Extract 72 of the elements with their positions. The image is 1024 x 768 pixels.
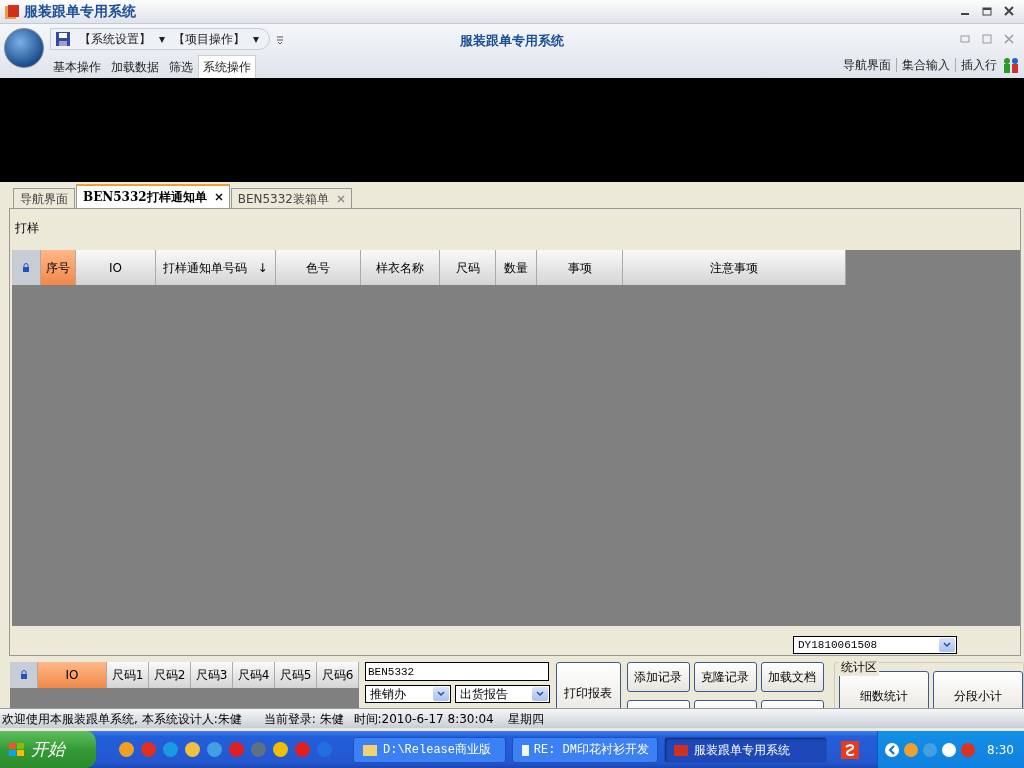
print-report-button[interactable]: 打印报表	[556, 662, 621, 708]
column-header[interactable]: 事项	[537, 250, 623, 285]
column-header[interactable]: 尺码5	[275, 662, 317, 688]
close-icon[interactable]	[1004, 6, 1014, 17]
dropdown-button[interactable]	[939, 638, 955, 652]
toolbar-link[interactable]: 集合输入	[897, 56, 955, 74]
column-header[interactable]: IO	[76, 250, 156, 285]
sort-mark: ↓	[257, 259, 268, 277]
document-tab[interactable]: 导航界面	[13, 188, 75, 208]
save-icon[interactable]	[55, 31, 71, 47]
caret-icon[interactable]: ▾	[159, 30, 166, 48]
ribbon-title: 服装跟单专用系统	[460, 33, 564, 48]
chevron-down-icon	[536, 691, 544, 697]
column-header[interactable]: 尺码	[440, 250, 496, 285]
column-header[interactable]: 样衣名称	[361, 250, 440, 285]
chevron-down-icon	[943, 642, 951, 648]
toolbar-link[interactable]: 插入行	[956, 56, 1002, 74]
dropdown-field[interactable]: 出货报告	[455, 685, 550, 703]
clock-text: 8:30	[987, 741, 1014, 759]
show-hidden-icons-icon[interactable]	[884, 741, 901, 758]
dropdown-button[interactable]	[532, 687, 548, 701]
column-header[interactable]: 打样通知单号码 ↓	[156, 250, 276, 285]
taskbar-button[interactable]: RE: DM印花衬衫开发	[512, 736, 658, 763]
action-button[interactable]: 加载文档	[760, 662, 824, 692]
people-icon[interactable]	[1002, 56, 1020, 74]
input-method-icon[interactable]	[841, 740, 859, 759]
lock-icon	[22, 262, 30, 273]
action-button[interactable]: 克隆记录	[693, 662, 757, 692]
restore-icon[interactable]	[982, 6, 992, 17]
column-header[interactable]: 尺码4	[233, 662, 275, 688]
application-menu-button[interactable]	[4, 28, 44, 68]
time-text: 时间:2010-6-17 8:30:04	[353, 710, 494, 728]
column-header[interactable]: 尺码1	[107, 662, 149, 688]
ribbon-tab[interactable]: 加载数据	[106, 55, 164, 78]
taskbar-button[interactable]: D:\Release商业版	[353, 736, 506, 763]
ribbon-tab[interactable]: 筛选	[164, 55, 198, 78]
window-title: 服装跟单专用系统	[24, 2, 136, 21]
login-text: 当前登录: 朱健	[263, 710, 344, 728]
document-tab[interactable]: BEN5332打样通知单	[76, 184, 230, 208]
group-title: 统计区	[838, 658, 879, 676]
taskbar-button[interactable]: 服装跟单专用系统	[664, 736, 827, 763]
ribbon-tab[interactable]: 基本操作	[48, 55, 106, 78]
column-header[interactable]: 注意事项	[623, 250, 846, 285]
action-button[interactable]: 添加记录	[626, 662, 690, 692]
dropdown-button[interactable]	[433, 687, 449, 701]
close-icon[interactable]	[214, 193, 223, 201]
column-header[interactable]: 色号	[276, 250, 361, 285]
order-number-combo[interactable]: DY1810061508	[793, 636, 957, 654]
caret-icon[interactable]: ▾	[253, 30, 260, 48]
style-number-field[interactable]: BEN5332	[365, 662, 549, 681]
menu-dropdown[interactable]: 【系统设置】	[79, 30, 151, 48]
ribbon-tab[interactable]: 系统操作	[198, 55, 256, 78]
start-button[interactable]: 开始	[0, 731, 96, 768]
column-header[interactable]: IO	[38, 662, 107, 688]
dropdown-field[interactable]: 推销办	[365, 685, 451, 703]
column-header[interactable]: 数量	[496, 250, 537, 285]
envelope-icon	[521, 742, 529, 757]
maximize-icon[interactable]	[982, 33, 992, 44]
column-header[interactable]: 序号	[41, 250, 76, 285]
weekday-text: 星期四	[507, 710, 544, 728]
chevron-down-icon	[437, 691, 445, 697]
toolbar-link[interactable]: 导航界面	[838, 56, 896, 74]
statistics-button[interactable]: 分段小计	[932, 671, 1023, 708]
lock-icon	[19, 670, 28, 680]
section-label: 打样	[15, 221, 39, 235]
column-header[interactable]: 尺码3	[191, 662, 233, 688]
column-header[interactable]: 尺码6	[317, 662, 359, 688]
column-header[interactable]: 尺码2	[149, 662, 191, 688]
flag-icon	[8, 741, 26, 758]
document-tab[interactable]: BEN5332装箱单	[230, 188, 352, 208]
menu-dropdown[interactable]: 【项目操作】	[173, 30, 246, 48]
welcome-text: 欢迎使用本服装跟单系统, 本系统设计人:朱健	[2, 710, 242, 728]
